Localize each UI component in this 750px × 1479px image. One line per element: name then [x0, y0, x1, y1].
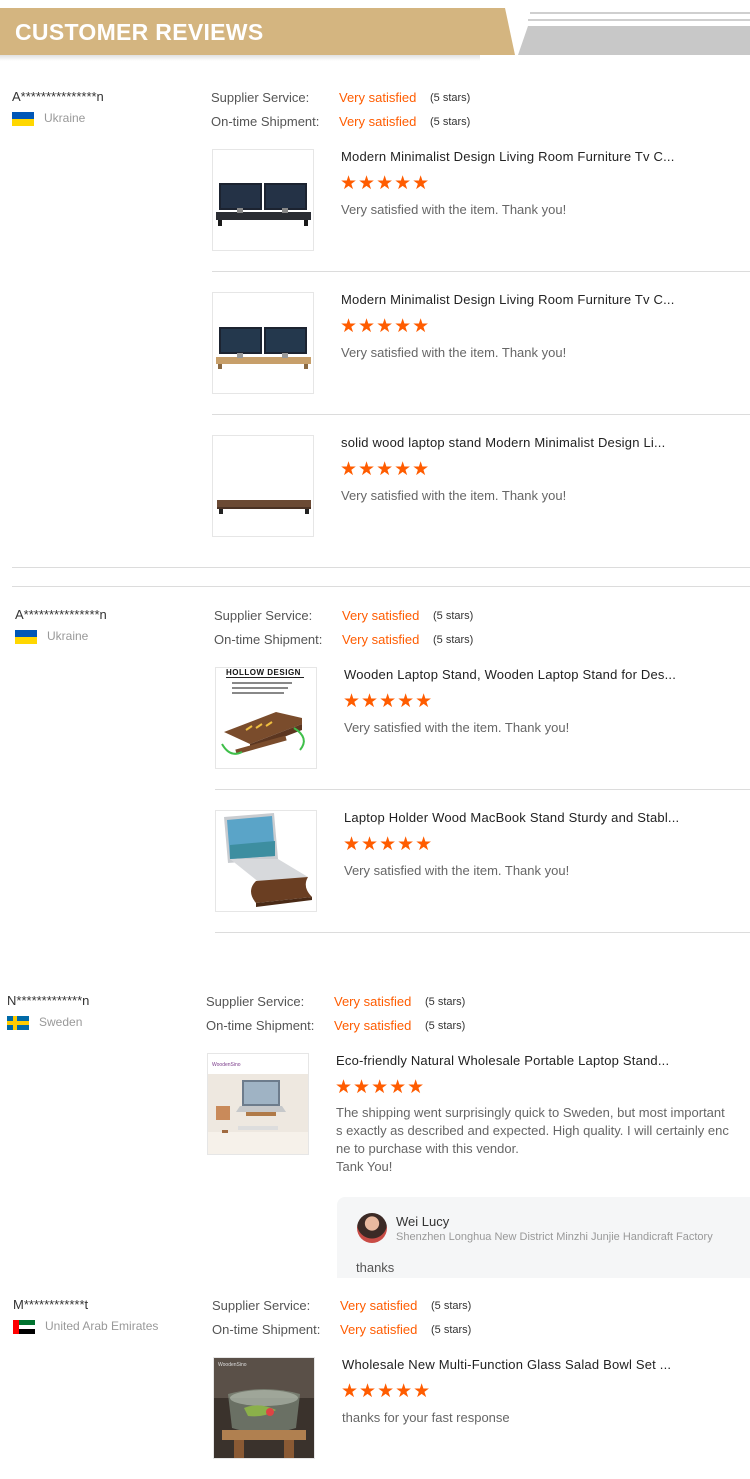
dual-monitor-wood-stand-icon[interactable]: [212, 292, 314, 394]
buyer-name: A***************n: [12, 89, 104, 104]
uae-flag-icon: [13, 1320, 35, 1334]
review-card: A***************n Ukraine Supplier Servi…: [12, 89, 750, 569]
banner-decor-line: [528, 19, 750, 21]
shipment-stars: (5 stars): [433, 634, 474, 646]
shipment-value: Very satisfied: [334, 1018, 412, 1033]
product-title[interactable]: Laptop Holder Wood MacBook Stand Sturdy …: [344, 810, 679, 825]
product-title[interactable]: Wholesale New Multi-Function Glass Salad…: [342, 1357, 671, 1372]
product-rating-stars: ★★★★★: [343, 834, 434, 855]
review-divider: [12, 586, 750, 587]
review-comment: Very satisfied with the item. Thank you!: [344, 720, 570, 735]
product-title[interactable]: Eco-friendly Natural Wholesale Portable …: [336, 1053, 669, 1068]
review-comment: Very satisfied with the item. Thank you!: [341, 488, 567, 503]
product-rating-stars: ★★★★★: [340, 173, 431, 194]
shipment-label: On-time Shipment:: [211, 114, 320, 129]
banner-decor-line: [530, 12, 750, 14]
product-divider: [215, 932, 750, 933]
supplier-service-label: Supplier Service:: [214, 608, 313, 623]
reply-author-name: Wei Lucy: [396, 1214, 450, 1229]
shipment-label: On-time Shipment:: [206, 1018, 315, 1033]
supplier-service-value: Very satisfied: [339, 90, 417, 105]
reply-company: Shenzhen Longhua New District Minzhi Jun…: [396, 1231, 713, 1243]
buyer-country: United Arab Emirates: [45, 1319, 159, 1333]
shipment-value: Very satisfied: [340, 1322, 418, 1337]
review-card: M************t United Arab Emirates Supp…: [13, 1297, 750, 1479]
shipment-value: Very satisfied: [339, 114, 417, 129]
reply-text: thanks: [356, 1260, 395, 1275]
wood-shelf-icon[interactable]: [212, 435, 314, 537]
shipment-label: On-time Shipment:: [214, 632, 323, 647]
buyer-name: A***************n: [15, 607, 107, 622]
product-title[interactable]: Modern Minimalist Design Living Room Fur…: [341, 149, 675, 164]
ukraine-flag-icon: [15, 630, 37, 644]
buyer-country: Ukraine: [44, 111, 86, 125]
shipment-stars: (5 stars): [430, 116, 471, 128]
review-comment-line: Tank You!: [336, 1159, 393, 1174]
product-rating-stars: ★★★★★: [335, 1077, 426, 1098]
supplier-service-value: Very satisfied: [340, 1298, 418, 1313]
shipment-value: Very satisfied: [342, 632, 420, 647]
review-comment: Very satisfied with the item. Thank you!: [341, 345, 567, 360]
review-comment: Very satisfied with the item. Thank you!: [344, 863, 570, 878]
sweden-flag-icon: [7, 1016, 29, 1030]
supplier-service-stars: (5 stars): [431, 1300, 472, 1312]
buyer-country: Sweden: [39, 1015, 83, 1029]
supplier-service-stars: (5 stars): [430, 92, 471, 104]
shipment-stars: (5 stars): [425, 1020, 466, 1032]
supplier-service-value: Very satisfied: [334, 994, 412, 1009]
dual-monitor-dark-stand-icon[interactable]: [212, 149, 314, 251]
avatar: [357, 1213, 387, 1243]
supplier-service-stars: (5 stars): [433, 610, 474, 622]
buyer-country: Ukraine: [47, 629, 89, 643]
shipment-label: On-time Shipment:: [212, 1322, 321, 1337]
banner-gray-band: [518, 26, 750, 55]
banner-shadow: [0, 55, 480, 61]
product-divider: [212, 271, 750, 272]
image-caption: WoodenSino: [218, 1362, 247, 1368]
section-banner: CUSTOMER REVIEWS: [0, 8, 750, 61]
review-card: N*************n Sweden Supplier Service:…: [7, 993, 750, 1278]
review-comment-line: The shipping went surprisingly quick to …: [336, 1105, 725, 1120]
supplier-service-label: Supplier Service:: [212, 1298, 311, 1313]
supplier-reply: Wei Lucy Shenzhen Longhua New District M…: [337, 1197, 750, 1278]
laptop-on-stand-icon[interactable]: [215, 810, 317, 912]
product-rating-stars: ★★★★★: [343, 691, 434, 712]
supplier-service-stars: (5 stars): [425, 996, 466, 1008]
supplier-service-label: Supplier Service:: [206, 994, 305, 1009]
hollow-design-stand-icon[interactable]: HOLLOW DESIGN: [215, 667, 317, 769]
product-title[interactable]: solid wood laptop stand Modern Minimalis…: [341, 435, 665, 450]
product-rating-stars: ★★★★★: [340, 459, 431, 480]
ukraine-flag-icon: [12, 112, 34, 126]
review-comment-line: s exactly as described and expected. Hig…: [336, 1123, 729, 1138]
review-comment: thanks for your fast response: [342, 1410, 510, 1425]
review-divider: [12, 567, 750, 568]
product-rating-stars: ★★★★★: [340, 316, 431, 337]
supplier-service-label: Supplier Service:: [211, 90, 310, 105]
glass-salad-bowl-icon[interactable]: WoodenSino: [213, 1357, 315, 1459]
buyer-name: M************t: [13, 1297, 89, 1312]
desk-laptop-stand-icon[interactable]: WoodenSino: [207, 1053, 309, 1155]
review-comment: Very satisfied with the item. Thank you!: [341, 202, 567, 217]
product-rating-stars: ★★★★★: [341, 1381, 432, 1402]
product-title[interactable]: Wooden Laptop Stand, Wooden Laptop Stand…: [344, 667, 676, 682]
shipment-stars: (5 stars): [431, 1324, 472, 1336]
section-title: CUSTOMER REVIEWS: [15, 19, 264, 45]
product-divider: [215, 789, 750, 790]
supplier-service-value: Very satisfied: [342, 608, 420, 623]
review-comment-line: ne to purchase with this vendor.: [336, 1141, 519, 1156]
product-title[interactable]: Modern Minimalist Design Living Room Fur…: [341, 292, 675, 307]
product-divider: [212, 414, 750, 415]
review-card: A***************n Ukraine Supplier Servi…: [15, 607, 750, 937]
buyer-name: N*************n: [7, 993, 90, 1008]
